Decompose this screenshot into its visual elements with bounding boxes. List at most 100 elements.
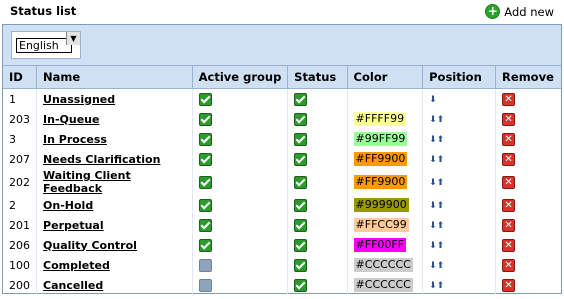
column-header: Active group bbox=[192, 66, 289, 89]
active-group-checkbox[interactable] bbox=[198, 92, 212, 106]
remove-cell: ✕ bbox=[496, 275, 561, 295]
status-checkbox[interactable] bbox=[294, 92, 308, 106]
status-checkbox[interactable] bbox=[294, 238, 308, 252]
move-up-icon[interactable]: ⬆ bbox=[437, 115, 445, 125]
status-name-link[interactable]: Unassigned bbox=[43, 93, 115, 106]
remove-icon[interactable]: ✕ bbox=[502, 278, 516, 292]
active-group-cell bbox=[192, 88, 289, 109]
remove-icon[interactable]: ✕ bbox=[502, 92, 516, 106]
status-checkbox[interactable] bbox=[294, 198, 308, 212]
active-group-checkbox[interactable] bbox=[198, 238, 212, 252]
remove-icon[interactable]: ✕ bbox=[502, 175, 516, 189]
color-swatch: #CCCCCC bbox=[353, 278, 413, 292]
status-checkbox[interactable] bbox=[294, 175, 308, 189]
position-cell: ⬇⬆ bbox=[422, 149, 497, 169]
status-name-cell: On-Hold bbox=[36, 195, 193, 215]
active-group-checkbox[interactable] bbox=[198, 258, 212, 272]
move-up-icon[interactable]: ⬆ bbox=[437, 135, 445, 145]
move-down-icon[interactable]: ⬇ bbox=[429, 155, 437, 165]
move-down-icon[interactable]: ⬇ bbox=[429, 241, 437, 251]
status-name-cell: Quality Control bbox=[36, 235, 193, 255]
move-up-icon[interactable]: ⬆ bbox=[437, 178, 445, 188]
status-name-link[interactable]: Completed bbox=[43, 259, 110, 272]
active-group-cell bbox=[192, 275, 289, 295]
active-group-cell bbox=[192, 215, 289, 235]
active-group-checkbox[interactable] bbox=[198, 278, 212, 292]
move-down-icon[interactable]: ⬇ bbox=[429, 115, 437, 125]
status-checkbox[interactable] bbox=[294, 218, 308, 232]
status-name-link[interactable]: In-Queue bbox=[43, 113, 99, 126]
row-id: 207 bbox=[3, 149, 38, 169]
remove-icon[interactable]: ✕ bbox=[502, 152, 516, 166]
move-down-icon[interactable]: ⬇ bbox=[429, 95, 437, 105]
status-checkbox[interactable] bbox=[294, 132, 308, 146]
remove-icon[interactable]: ✕ bbox=[502, 258, 516, 272]
color-swatch: #FF9900 bbox=[353, 152, 408, 166]
color-swatch: #999900 bbox=[353, 198, 409, 212]
move-down-icon[interactable]: ⬇ bbox=[429, 221, 437, 231]
color-swatch: #CCCCCC bbox=[353, 258, 413, 272]
status-name-link[interactable]: Perpetual bbox=[43, 219, 104, 232]
row-id: 206 bbox=[3, 235, 38, 255]
remove-icon[interactable]: ✕ bbox=[502, 218, 516, 232]
move-up-icon[interactable]: ⬆ bbox=[437, 221, 445, 231]
move-up-icon[interactable]: ⬆ bbox=[437, 155, 445, 165]
move-down-icon[interactable]: ⬇ bbox=[429, 135, 437, 145]
status-checkbox[interactable] bbox=[294, 112, 308, 126]
plus-icon: + bbox=[485, 4, 501, 19]
status-checkbox[interactable] bbox=[294, 258, 308, 272]
active-group-checkbox[interactable] bbox=[198, 198, 212, 212]
move-up-icon[interactable]: ⬆ bbox=[437, 281, 445, 291]
status-name-cell: Needs Clarification bbox=[36, 149, 193, 169]
move-down-icon[interactable]: ⬇ bbox=[429, 281, 437, 291]
status-name-link[interactable]: On-Hold bbox=[43, 199, 93, 212]
status-name-cell: Waiting Client Feedback bbox=[36, 169, 193, 195]
status-checkbox[interactable] bbox=[294, 278, 308, 292]
status-name-link[interactable]: Waiting Client Feedback bbox=[43, 169, 131, 195]
status-cell bbox=[287, 255, 348, 275]
remove-cell: ✕ bbox=[496, 195, 561, 215]
column-header: Position bbox=[422, 66, 497, 89]
remove-icon[interactable]: ✕ bbox=[502, 132, 516, 146]
top-bar: Status list + Add new bbox=[0, 0, 564, 24]
status-name-link[interactable]: In Process bbox=[43, 133, 107, 146]
active-group-cell bbox=[192, 255, 289, 275]
remove-icon[interactable]: ✕ bbox=[502, 198, 516, 212]
status-table: ID Name Active group Status Color Position Rem… bbox=[3, 66, 561, 295]
row-id: 100 bbox=[3, 255, 38, 275]
column-header: ID bbox=[3, 66, 38, 89]
language-select-value[interactable]: English bbox=[16, 38, 72, 53]
move-down-icon[interactable]: ⬇ bbox=[429, 261, 437, 271]
remove-icon[interactable]: ✕ bbox=[502, 238, 516, 252]
remove-cell: ✕ bbox=[496, 169, 561, 195]
status-cell bbox=[287, 275, 348, 295]
status-checkbox[interactable] bbox=[294, 152, 308, 166]
color-swatch: #FF9900 bbox=[353, 175, 408, 189]
status-name-cell: In-Queue bbox=[36, 109, 193, 129]
status-name-link[interactable]: Quality Control bbox=[43, 239, 137, 252]
active-group-cell bbox=[192, 235, 289, 255]
status-name-link[interactable]: Cancelled bbox=[43, 279, 103, 292]
add-new-button[interactable]: + Add new bbox=[485, 4, 554, 19]
status-cell bbox=[287, 88, 348, 109]
row-id: 1 bbox=[3, 88, 38, 109]
active-group-checkbox[interactable] bbox=[198, 152, 212, 166]
active-group-cell bbox=[192, 195, 289, 215]
remove-icon[interactable]: ✕ bbox=[502, 112, 516, 126]
dropdown-arrow-icon[interactable]: ▼ bbox=[66, 32, 80, 45]
move-down-icon[interactable]: ⬇ bbox=[429, 178, 437, 188]
move-up-icon[interactable]: ⬆ bbox=[437, 241, 445, 251]
move-down-icon[interactable]: ⬇ bbox=[429, 201, 437, 211]
table-row: 201 Perpetual #FFCC99 ⬇⬆ ✕ bbox=[3, 215, 561, 235]
move-up-icon[interactable]: ⬆ bbox=[437, 261, 445, 271]
active-group-checkbox[interactable] bbox=[198, 132, 212, 146]
language-select[interactable]: English ▼ bbox=[11, 31, 81, 59]
active-group-checkbox[interactable] bbox=[198, 175, 212, 189]
active-group-checkbox[interactable] bbox=[198, 112, 212, 126]
status-name-cell: Unassigned bbox=[36, 88, 193, 109]
active-group-checkbox[interactable] bbox=[198, 218, 212, 232]
position-cell: ⬇⬆ bbox=[422, 129, 497, 149]
status-name-link[interactable]: Needs Clarification bbox=[43, 153, 160, 166]
move-up-icon[interactable]: ⬆ bbox=[437, 201, 445, 211]
status-name-cell: In Process bbox=[36, 129, 193, 149]
